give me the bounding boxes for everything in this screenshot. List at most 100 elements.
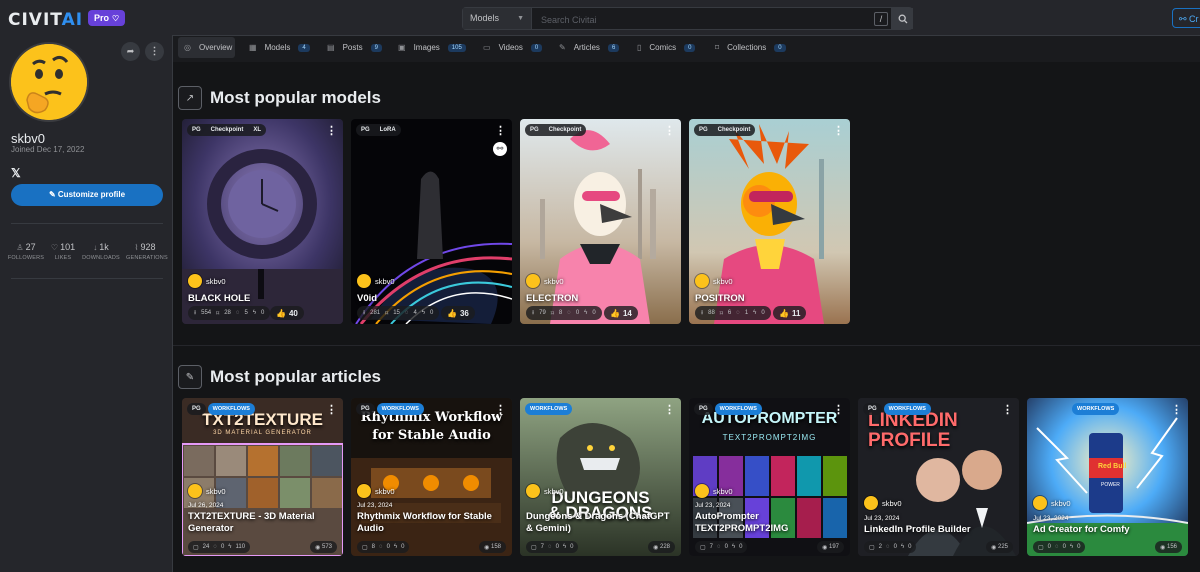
tab-overview[interactable]: ◎ Overview bbox=[178, 37, 235, 58]
article-card[interactable]: LINKEDIN PROFILE PG WORKFLOWS ⋮ skbv0 Jul… bbox=[858, 398, 1019, 556]
article-card[interactable]: AUTOPROMPTER TEXT2PROMPT2IMG PG WORKFLOWS… bbox=[689, 398, 850, 556]
thumb-up-icon: 👍 bbox=[779, 308, 789, 318]
download-icon: ⭳ bbox=[532, 310, 535, 316]
profile-tabs: ◎ Overview ▦ Models 4 ▤ Posts 9 ▣ Images 105 ▭ V… bbox=[173, 35, 1200, 61]
search-bar: Models▼ / bbox=[462, 7, 913, 31]
card-creator[interactable]: skbv0 bbox=[188, 274, 226, 288]
like-count[interactable]: 👍 36 bbox=[441, 306, 475, 320]
card-creator[interactable]: skbv0 bbox=[695, 484, 733, 498]
x-social-icon[interactable]: 𝕏 bbox=[11, 166, 21, 180]
share-button[interactable]: ➦ bbox=[121, 42, 140, 61]
thinking-face-icon bbox=[11, 44, 87, 120]
tab-images[interactable]: ▣ Images 105 bbox=[392, 37, 472, 58]
share-icon: ➦ bbox=[126, 46, 135, 56]
like-count[interactable]: 👍 40 bbox=[270, 306, 304, 320]
search-button[interactable] bbox=[891, 8, 913, 29]
profile-sidebar: ➦ ⋮ skbv0 Joined Dec 17, 2022 𝕏 ✎ Custom… bbox=[0, 35, 173, 572]
comment-icon: ◌ bbox=[235, 310, 240, 316]
section-title-models: Most popular models bbox=[210, 88, 381, 107]
card-menu-icon[interactable]: ⋮ bbox=[326, 403, 337, 416]
tab-comics[interactable]: ▯ Comics 0 bbox=[631, 37, 701, 58]
card-menu-icon[interactable]: ⋮ bbox=[833, 403, 844, 416]
model-card[interactable]: PG Checkpoint ⋮ skbv0 ELECTRON ⭳ 79 ⌑ 8 ◌ 0 … bbox=[520, 119, 681, 324]
card-creator[interactable]: skbv0 bbox=[526, 484, 564, 498]
search-shortcut-hint: / bbox=[874, 12, 888, 26]
pencil-icon: ✎ bbox=[178, 365, 202, 389]
bolt-icon: ϟ bbox=[753, 310, 757, 316]
article-stats: ▢ 8 ◌ 0 ϟ 0 bbox=[357, 541, 410, 553]
card-menu-icon[interactable]: ⋮ bbox=[1171, 403, 1182, 416]
comment-icon: ◌ bbox=[736, 310, 740, 316]
card-creator[interactable]: skbv0 bbox=[357, 484, 395, 498]
grid-icon: ▦ bbox=[249, 43, 257, 52]
tab-posts[interactable]: ▤ Posts 9 bbox=[321, 37, 388, 58]
search-input[interactable] bbox=[539, 8, 823, 31]
card-menu-icon[interactable]: ⋮ bbox=[833, 124, 844, 137]
bolt-icon: ϟ bbox=[228, 544, 232, 550]
article-stats: ▢ 2 ◌ 0 ϟ 0 bbox=[864, 541, 917, 553]
article-card[interactable]: TXT2TEXTURE 3D MATERIAL GENERATOR PG WORK… bbox=[182, 398, 343, 556]
tab-articles[interactable]: ✎ Articles 6 bbox=[553, 37, 625, 58]
like-count[interactable]: 👍 14 bbox=[604, 306, 638, 320]
card-creator[interactable]: skbv0 bbox=[526, 274, 564, 288]
search-type-select[interactable]: Models ▼ bbox=[463, 8, 532, 29]
avatar bbox=[526, 484, 540, 498]
stat-followers[interactable]: ♙ 27 FOLLOWERS bbox=[7, 242, 45, 261]
card-creator[interactable]: skbv0 bbox=[695, 274, 733, 288]
card-menu-icon[interactable]: ⋮ bbox=[664, 124, 675, 137]
card-menu-icon[interactable]: ⋮ bbox=[1002, 403, 1013, 416]
article-stats: ▢ 7 ◌ 0 ϟ 0 bbox=[695, 541, 748, 553]
avatar bbox=[357, 274, 371, 288]
article-card[interactable]: DUNGEONS & DRAGONS WORKFLOWS ⋮ skbv0 Dun… bbox=[520, 398, 681, 556]
posts-icon: ▤ bbox=[327, 43, 335, 52]
create-button[interactable]: ⚯ Cr bbox=[1172, 8, 1200, 28]
card-creator[interactable]: skbv0 bbox=[864, 496, 902, 510]
comment-icon: ◌ bbox=[213, 544, 217, 550]
card-menu-icon[interactable]: ⋮ bbox=[495, 124, 506, 137]
model-card[interactable]: PG Checkpoint ⋮ skbv0 POSITRON ⭳ 88 ⌑ 6 ◌ 1 … bbox=[689, 119, 850, 324]
comment-icon: ◌ bbox=[567, 310, 571, 316]
card-creator[interactable]: skbv0 bbox=[188, 484, 226, 498]
comment-icon: ◌ bbox=[379, 544, 383, 550]
thumb-up-icon: ▢ bbox=[1038, 544, 1044, 551]
divider bbox=[11, 223, 163, 224]
tab-models[interactable]: ▦ Models 4 bbox=[243, 37, 316, 58]
thumb-up-icon: ▢ bbox=[869, 544, 875, 551]
bookmark-icon: ⌑ bbox=[216, 310, 220, 317]
more-options-button[interactable]: ⋮ bbox=[145, 42, 164, 61]
like-count[interactable]: 👍 11 bbox=[773, 306, 807, 320]
article-card[interactable]: Rhythmix Workflow for Stable Audio PG WOR… bbox=[351, 398, 512, 556]
pro-badge[interactable]: Pro ♡ bbox=[88, 10, 126, 26]
card-menu-icon[interactable]: ⋮ bbox=[664, 403, 675, 416]
pencil-icon: ✎ bbox=[559, 43, 566, 52]
civitai-logo[interactable]: CIVITAI bbox=[8, 10, 83, 30]
stat-downloads: ↓ 1k DOWNLOADS bbox=[82, 242, 120, 261]
card-menu-icon[interactable]: ⋮ bbox=[495, 403, 506, 416]
article-card[interactable]: Red Bull POWER WORKFLOWS ⋮ skbv0 Jul 23,… bbox=[1027, 398, 1188, 556]
thumb-up-icon: ▢ bbox=[531, 544, 537, 551]
brush-icon: ⌇ bbox=[134, 243, 139, 252]
section-divider bbox=[173, 345, 1200, 346]
customize-profile-button[interactable]: ✎ Customize profile bbox=[11, 184, 163, 206]
bookmark-icon: ⌑ bbox=[385, 310, 389, 317]
search-icon bbox=[898, 14, 907, 23]
view-count: ◉ 156 bbox=[1155, 541, 1182, 553]
link-icon[interactable]: ⚯ bbox=[493, 142, 507, 156]
card-stats: ⭳ 88 ⌑ 6 ◌ 1 ϟ0 bbox=[695, 306, 771, 320]
model-card[interactable]: PG Checkpoint XL ⋮ skbv0 BLACK HOLE ⭳ 554 ⌑… bbox=[182, 119, 343, 324]
model-card[interactable]: PG LoRA ⋮ ⚯ skbv0 V0id ⭳ 281 ⌑ 15 ◌ 4 ϟ0 👍 36 bbox=[351, 119, 512, 324]
card-menu-icon[interactable]: ⋮ bbox=[326, 124, 337, 137]
card-stats: ⭳ 79 ⌑ 8 ◌ 0 ϟ0 bbox=[526, 306, 602, 320]
view-count: ◉ 225 bbox=[986, 541, 1013, 553]
tab-collections[interactable]: ⌑ Collections 0 bbox=[709, 37, 792, 58]
comment-icon: ◌ bbox=[1055, 544, 1059, 550]
card-creator[interactable]: skbv0 bbox=[1033, 496, 1071, 510]
card-creator[interactable]: skbv0 bbox=[357, 274, 395, 288]
chevron-down-icon: ▼ bbox=[517, 15, 524, 22]
profile-username: skbv0 bbox=[11, 131, 45, 146]
eye-icon: ◉ bbox=[315, 544, 322, 551]
comment-icon: ◌ bbox=[886, 544, 890, 550]
comment-icon: ◌ bbox=[548, 544, 552, 550]
tab-videos[interactable]: ▭ Videos 0 bbox=[477, 37, 548, 58]
bolt-icon: ϟ bbox=[252, 310, 257, 316]
